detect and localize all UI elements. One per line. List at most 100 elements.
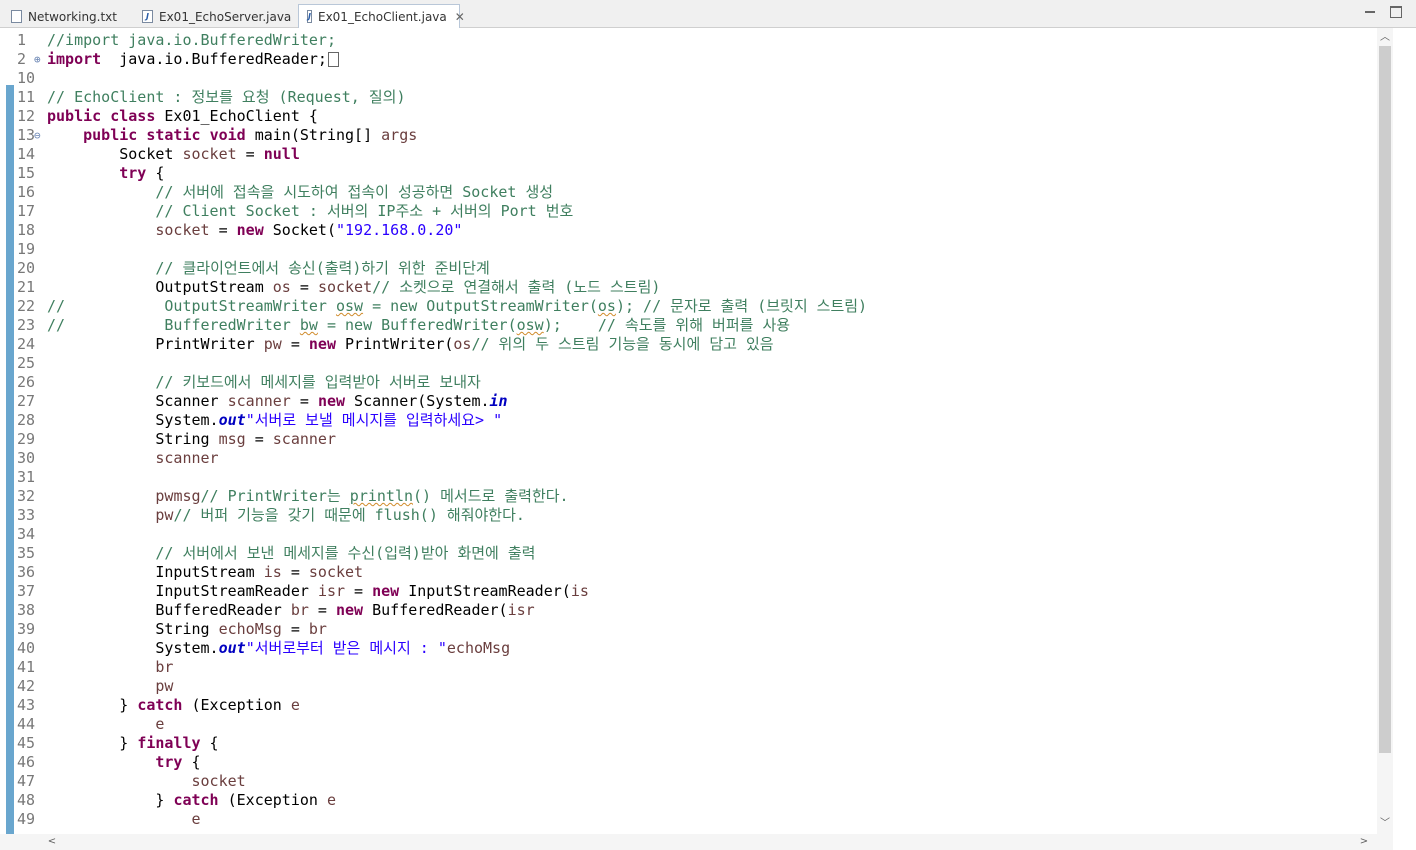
- code-line[interactable]: 49 e: [0, 810, 1377, 829]
- line-number: 14: [17, 145, 36, 163]
- code-text: OutputStream os = socket// 소켓으로 연결해서 출력 …: [47, 278, 660, 297]
- horizontal-scrollbar[interactable]: < >: [0, 834, 1393, 850]
- maximize-icon[interactable]: [1390, 6, 1402, 18]
- code-token: {: [200, 734, 219, 752]
- line-number: 37: [17, 582, 36, 600]
- code-token: os: [597, 297, 616, 315]
- code-line[interactable]: 35 // 서버에서 보낸 메세지를 수신(입력)받아 화면에 출력: [0, 544, 1377, 563]
- code-token: echoMsg: [446, 639, 511, 657]
- code-token: e: [155, 715, 165, 733]
- scroll-left-icon[interactable]: <: [44, 834, 60, 850]
- folded-region-marker[interactable]: [327, 52, 339, 67]
- code-line[interactable]: 44 e: [0, 715, 1377, 734]
- code-line[interactable]: 37 InputStreamReader isr = new InputStre…: [0, 582, 1377, 601]
- code-line[interactable]: 25: [0, 354, 1377, 373]
- code-token: os: [453, 335, 472, 353]
- code-line[interactable]: 40 System.out"서버로부터 받은 메시지 : "echoMsg: [0, 639, 1377, 658]
- code-token: import: [47, 50, 102, 68]
- code-token: // BufferedWriter: [47, 316, 300, 334]
- code-line[interactable]: 20 // 클라이언트에서 송신(출력)하기 위한 준비단계: [0, 259, 1377, 278]
- code-line[interactable]: 33 pw// 버퍼 기능을 갖기 때문에 flush() 해줘야한다.: [0, 506, 1377, 525]
- code-line[interactable]: 27 Scanner scanner = new Scanner(System.…: [0, 392, 1377, 411]
- tab-label: Ex01_EchoServer.java: [159, 9, 292, 24]
- code-line[interactable]: 28 System.out"서버로 보낼 메시지를 입력하세요> ": [0, 411, 1377, 430]
- code-token: InputStream: [47, 563, 264, 581]
- collapse-fold-icon[interactable]: ⊖: [34, 126, 41, 145]
- java-file-icon: J: [307, 10, 312, 23]
- line-number: 28: [17, 411, 36, 429]
- line-number: 16: [17, 183, 36, 201]
- line-number: 45: [17, 734, 36, 752]
- code-line[interactable]: 21 OutputStream os = socket// 소켓으로 연결해서 …: [0, 278, 1377, 297]
- code-token: socket: [191, 772, 246, 790]
- line-number: 48: [17, 791, 36, 809]
- line-number: 44: [17, 715, 36, 733]
- tab-ex01-echoserver-java[interactable]: J Ex01_EchoServer.java: [133, 4, 297, 28]
- code-line[interactable]: 38 BufferedReader br = new BufferedReade…: [0, 601, 1377, 620]
- code-line[interactable]: 39 String echoMsg = br: [0, 620, 1377, 639]
- code-line[interactable]: 19: [0, 240, 1377, 259]
- code-text: e: [47, 810, 201, 829]
- code-line[interactable]: 18 socket = new Socket("192.168.0.20": [0, 221, 1377, 240]
- code-line[interactable]: 10: [0, 69, 1377, 88]
- code-token: echoMsg: [218, 620, 282, 638]
- code-token: =: [308, 601, 336, 619]
- scroll-right-icon[interactable]: >: [1356, 834, 1372, 850]
- code-line[interactable]: 42 pw: [0, 677, 1377, 696]
- code-line[interactable]: 29 String msg = scanner: [0, 430, 1377, 449]
- code-line[interactable]: 41 br: [0, 658, 1377, 677]
- line-number: 30: [17, 449, 36, 467]
- code-line[interactable]: 30 scanner: [0, 449, 1377, 468]
- code-token: Socket(: [263, 221, 336, 239]
- code-line[interactable]: 24 PrintWriter pw = new PrintWriter(os//…: [0, 335, 1377, 354]
- code-line[interactable]: 45 } finally {: [0, 734, 1377, 753]
- editor-tab-bar: Networking.txt J Ex01_EchoServer.java J …: [0, 0, 1416, 28]
- code-line[interactable]: 46 try {: [0, 753, 1377, 772]
- code-line[interactable]: 31: [0, 468, 1377, 487]
- code-token: finally: [137, 734, 201, 752]
- scroll-down-icon[interactable]: ﹀: [1377, 816, 1393, 832]
- code-text: import java.io.BufferedReader;: [47, 50, 339, 69]
- line-number: 24: [17, 335, 36, 353]
- code-line[interactable]: 36 InputStream is = socket: [0, 563, 1377, 582]
- code-token: new: [317, 392, 346, 410]
- code-line[interactable]: 15 try {: [0, 164, 1377, 183]
- code-line[interactable]: 11 // EchoClient : 정보를 요청 (Request, 질의): [0, 88, 1377, 107]
- code-line[interactable]: 12 public class Ex01_EchoClient {: [0, 107, 1377, 126]
- code-editor[interactable]: 1//import java.io.BufferedWriter; 2 ⊕ impor…: [0, 28, 1377, 834]
- vertical-scrollbar[interactable]: ︿ ﹀: [1377, 28, 1393, 834]
- code-line[interactable]: 1 //import java.io.BufferedWriter;: [0, 31, 1377, 50]
- minimize-icon[interactable]: [1364, 6, 1376, 18]
- code-line[interactable]: 2 ⊕ import java.io.BufferedReader;: [0, 50, 1377, 69]
- code-line[interactable]: 43 } catch (Exception e: [0, 696, 1377, 715]
- code-line[interactable]: 26 // 키보드에서 메세지를 입력받아 서버로 보내자: [0, 373, 1377, 392]
- scroll-up-icon[interactable]: ︿: [1377, 30, 1393, 46]
- code-token: // 위의 두 스트림 기능을 동시에 담고 있음: [471, 335, 774, 353]
- code-line[interactable]: 34: [0, 525, 1377, 544]
- code-token: PrintWriter(: [336, 335, 454, 353]
- vertical-scroll-thumb[interactable]: [1379, 46, 1391, 753]
- code-line[interactable]: 47 socket: [0, 772, 1377, 791]
- code-text: InputStream is = socket: [47, 563, 363, 582]
- code-line[interactable]: 13 ⊖ public static void main(String[] arg…: [0, 126, 1377, 145]
- code-line[interactable]: 16 // 서버에 접속을 시도하여 접속이 성공하면 Socket 생성: [0, 183, 1377, 202]
- close-tab-icon[interactable]: ✕: [455, 10, 465, 24]
- expand-fold-icon[interactable]: ⊕: [34, 50, 41, 69]
- code-line[interactable]: 32 pwmsg// PrintWriter는 println() 메서드로 출…: [0, 487, 1377, 506]
- line-number: 43: [17, 696, 36, 714]
- code-line[interactable]: 23 // BufferedWriter bw = new BufferedWri…: [0, 316, 1377, 335]
- tab-ex01-echoclient-java[interactable]: J Ex01_EchoClient.java ✕: [298, 4, 465, 28]
- line-number: 27: [17, 392, 36, 410]
- code-text: // Client Socket : 서버의 IP주소 + 서버의 Port 번…: [47, 202, 573, 221]
- code-line[interactable]: 14 Socket socket = null: [0, 145, 1377, 164]
- code-text: System.out"서버로부터 받은 메시지 : "echoMsg: [47, 639, 510, 658]
- code-token: // Client Socket : 서버의 IP주소 + 서버의 Port 번…: [155, 202, 574, 220]
- code-line[interactable]: 17 // Client Socket : 서버의 IP주소 + 서버의 Por…: [0, 202, 1377, 221]
- code-token: //import java.io.BufferedWriter;: [47, 31, 336, 49]
- tab-networking-txt[interactable]: Networking.txt: [2, 4, 132, 28]
- code-line[interactable]: 22 // OutputStreamWriter osw = new Output…: [0, 297, 1377, 316]
- code-line[interactable]: 48 } catch (Exception e: [0, 791, 1377, 810]
